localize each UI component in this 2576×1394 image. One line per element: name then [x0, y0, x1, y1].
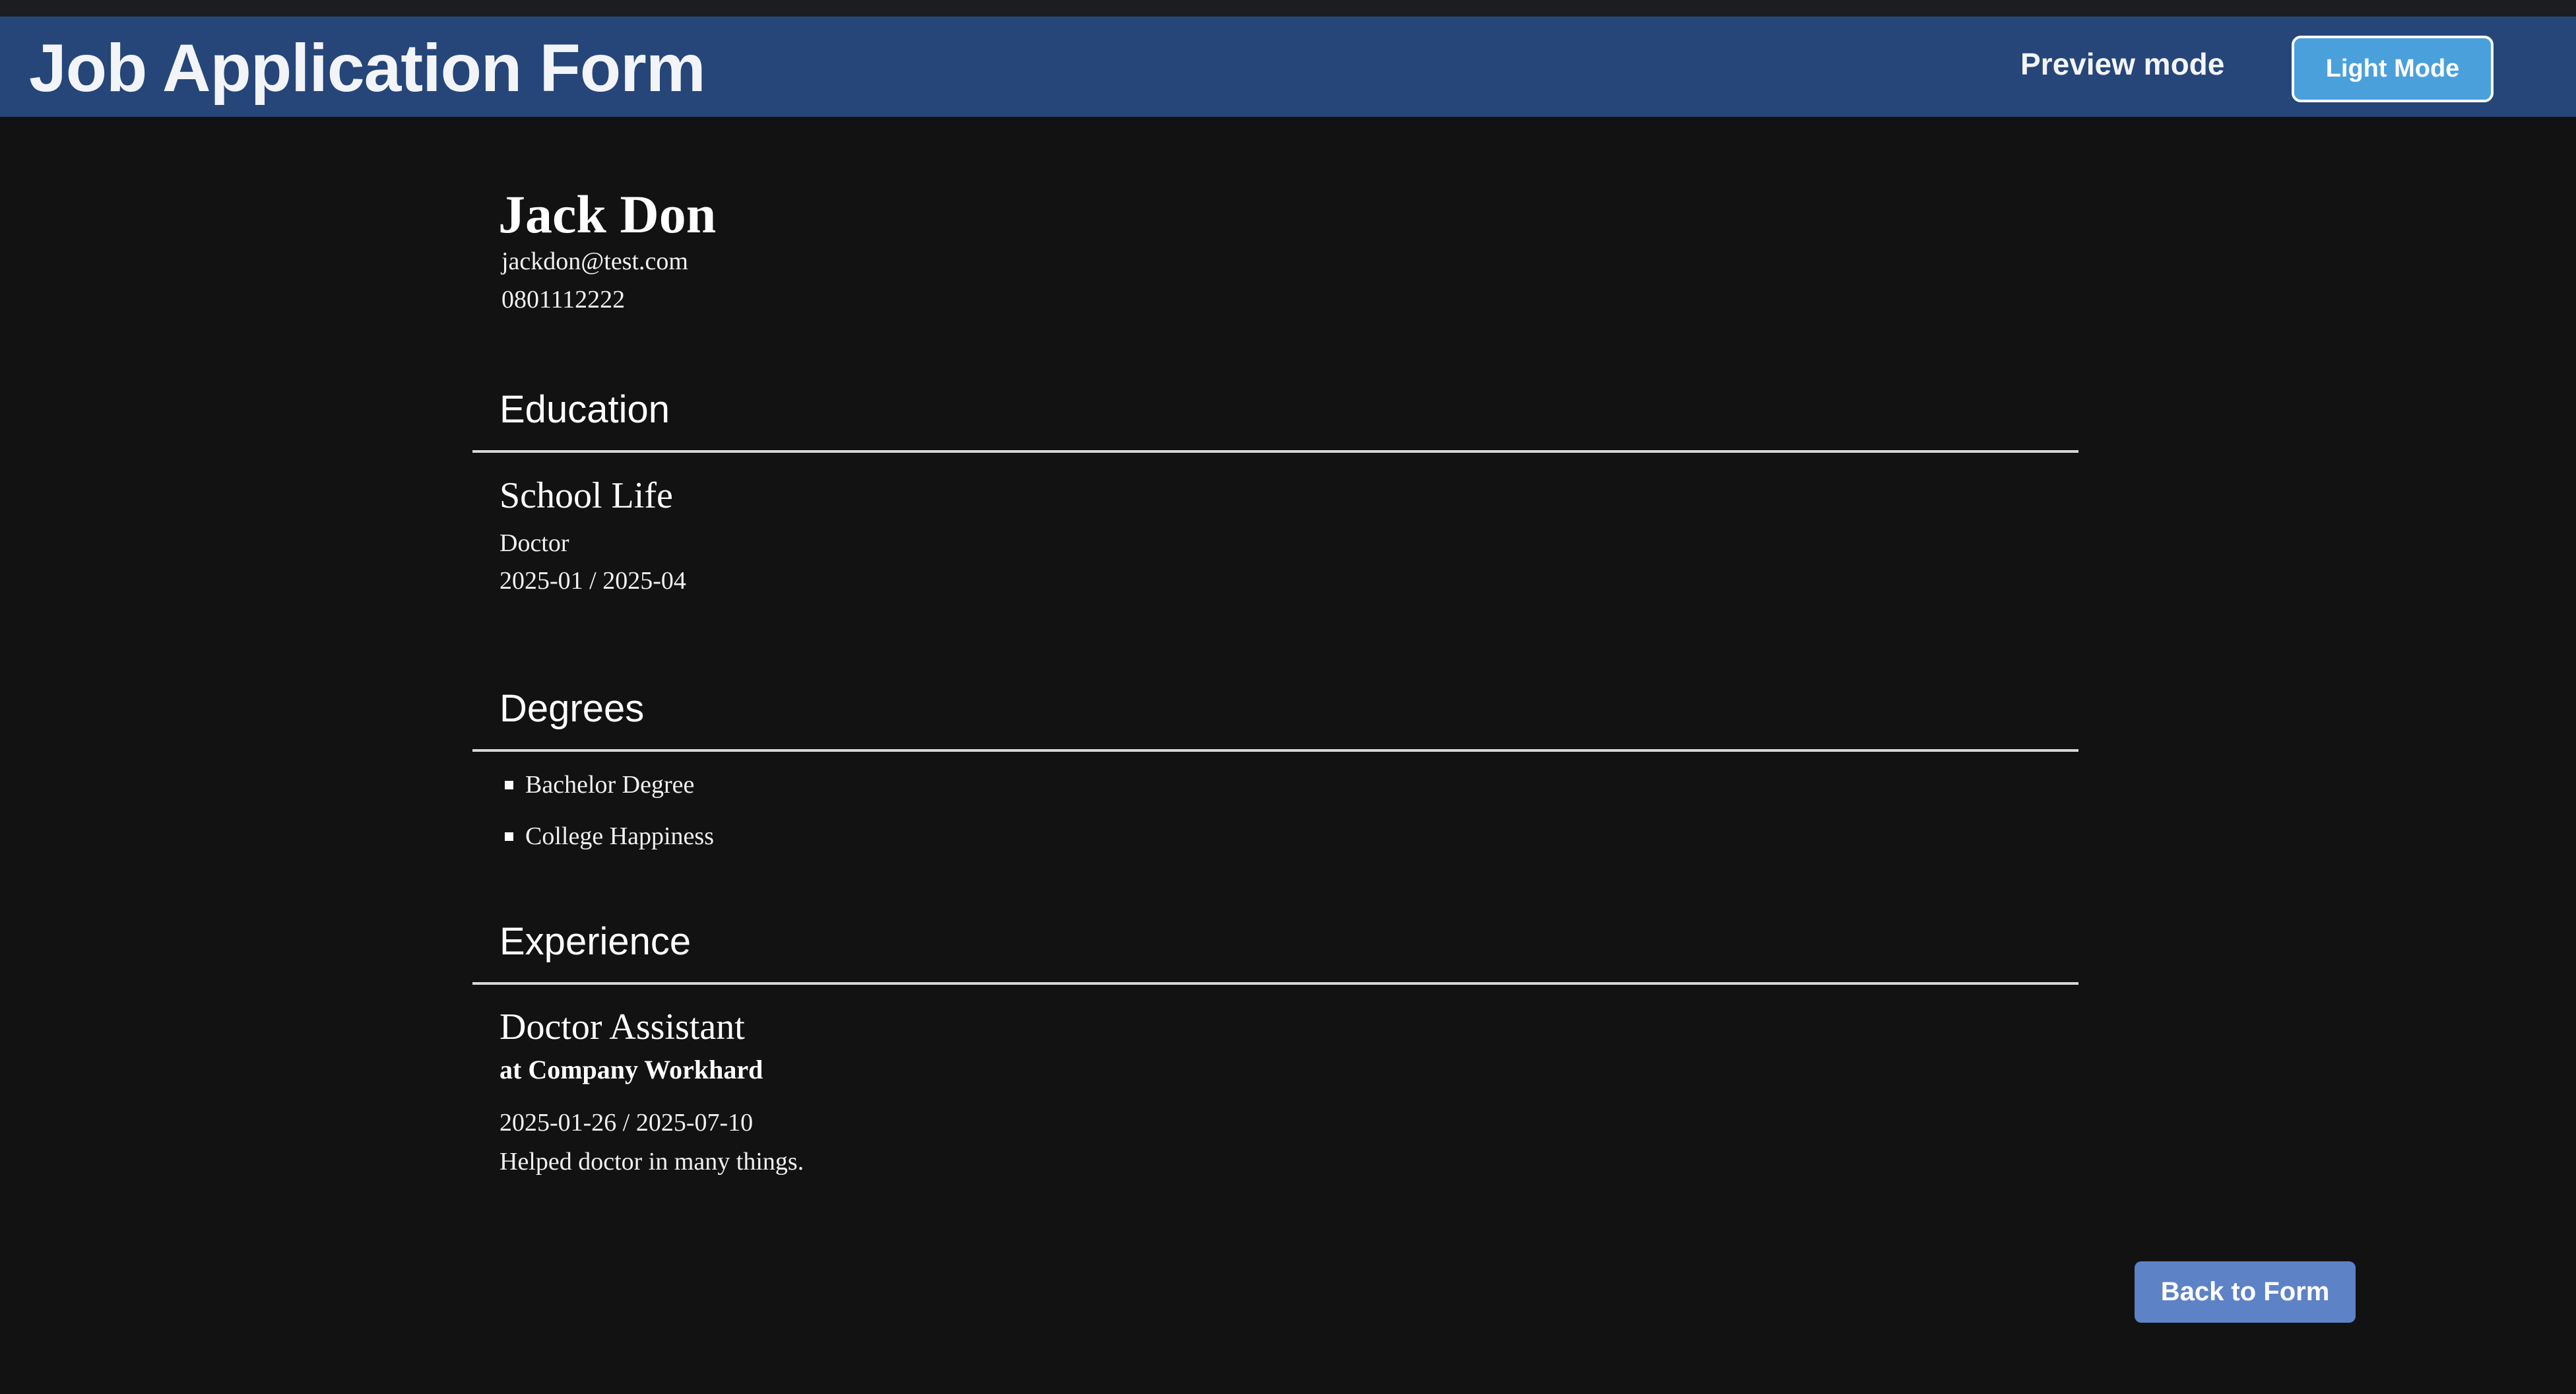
degree-item: College Happiness	[525, 822, 715, 850]
experience-heading: Experience	[499, 920, 692, 963]
experience-description: Helped doctor in many things.	[499, 1148, 804, 1176]
bullet-icon	[505, 832, 513, 841]
resume-preview: Jack Don jackdon@test.com 0801112222 Edu…	[0, 0, 2576, 1394]
education-dates: 2025-01 / 2025-04	[499, 567, 686, 595]
applicant-phone: 0801112222	[501, 286, 626, 314]
bullet-icon	[505, 781, 513, 789]
degrees-divider	[472, 749, 2078, 752]
experience-company: at Company Workhard	[499, 1055, 763, 1084]
education-school: School Life	[499, 475, 673, 516]
applicant-name: Jack Don	[498, 184, 717, 244]
experience-role: Doctor Assistant	[499, 1007, 745, 1047]
experience-dates: 2025-01-26 / 2025-07-10	[499, 1109, 754, 1137]
education-divider	[472, 450, 2078, 453]
degree-item: Bachelor Degree	[525, 771, 695, 799]
education-heading: Education	[499, 388, 670, 431]
back-to-form-button[interactable]: Back to Form	[2135, 1261, 2356, 1323]
education-degree: Doctor	[499, 529, 569, 557]
applicant-email: jackdon@test.com	[501, 248, 688, 275]
experience-divider	[472, 982, 2078, 985]
degrees-heading: Degrees	[499, 687, 645, 730]
